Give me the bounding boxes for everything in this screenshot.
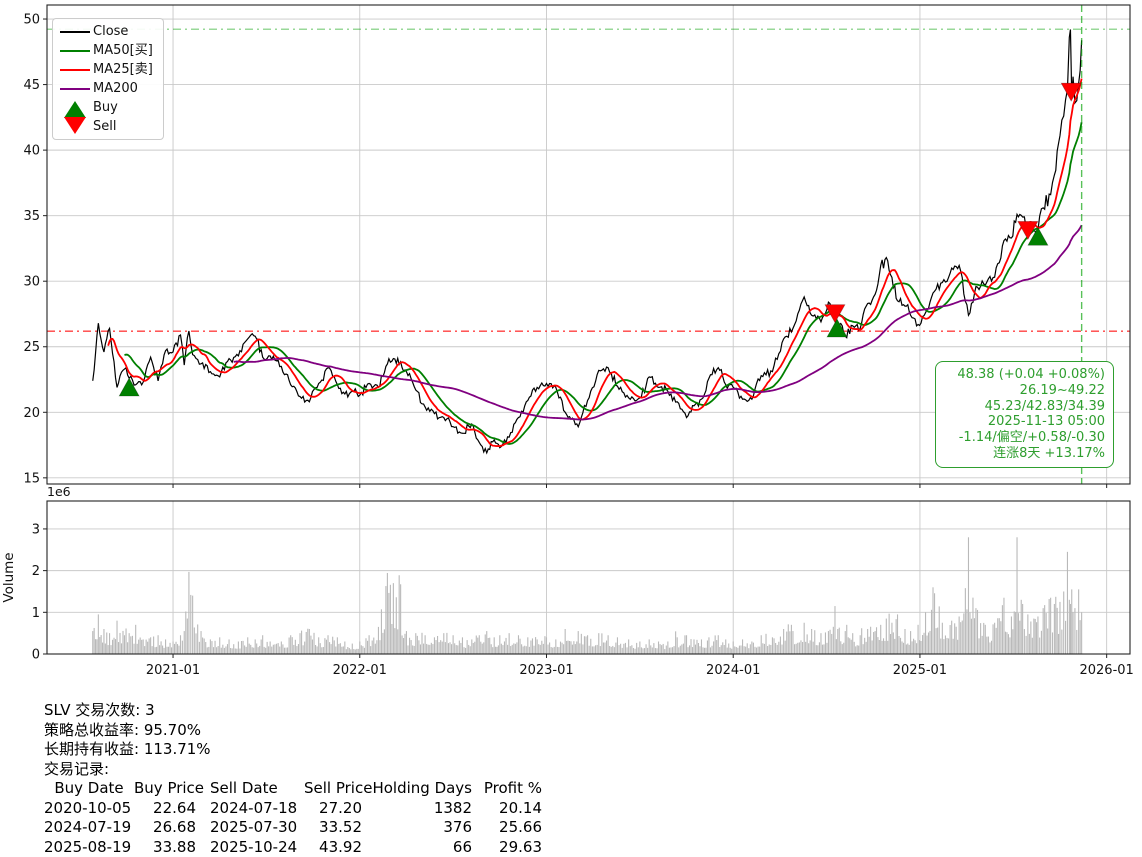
trades-col-header: Sell Price (304, 779, 362, 799)
x-tick-label: 2026-01 (1079, 663, 1133, 678)
trade-cell: 33.52 (304, 818, 362, 838)
annotation-range-line: 26.19~49.22 (944, 383, 1105, 399)
annotation-date-line: 2025-11-13 05:00 (944, 414, 1105, 430)
trade-cell: 27.20 (304, 799, 362, 819)
ma25-line-swatch (57, 69, 93, 71)
annotation-price-line: 48.38 (+0.04 +0.08%) (944, 367, 1105, 383)
trade-cell: 20.14 (472, 799, 542, 819)
legend-label: MA25[卖] (93, 63, 153, 76)
price-y-tick-label: 25 (23, 340, 40, 355)
strategy-stats: SLV 交易次数: 3 策略总收益率: 95.70% 长期持有收益: 113.7… (44, 701, 542, 857)
legend-item-ma50: MA50[买] (57, 41, 157, 60)
x-tick-label: 2021-01 (146, 663, 200, 678)
x-tick-label: 2023-01 (519, 663, 573, 678)
trades-col-header: Profit % (472, 779, 542, 799)
hold-return-line: 长期持有收益: 113.71% (44, 740, 542, 760)
legend-label: Buy (93, 101, 118, 114)
trades-col-header: Buy Price (134, 779, 196, 799)
price-y-tick-label: 15 (23, 471, 40, 486)
x-tick-label: 2024-01 (706, 663, 760, 678)
legend-item-sell: Sell (57, 117, 157, 136)
x-tick-label: 2025-01 (893, 663, 947, 678)
price-y-tick-label: 50 (23, 13, 40, 28)
buy-triangle-icon (57, 98, 93, 118)
annotation-streak-line: 连涨8天 +13.17% (944, 446, 1105, 462)
trade-log-title: 交易记录: (44, 760, 542, 780)
stock-chart-figure: 15 20 25 30 35 40 45 50 0 1 2 3 2021-01 2022-01 2023-0… (0, 0, 1142, 857)
close-line-swatch (57, 31, 93, 33)
trade-cell: 2020-10-05 (44, 799, 134, 819)
legend-label: MA200 (93, 82, 138, 95)
price-y-tick-label: 35 (23, 209, 40, 224)
volume-bars (92, 537, 1082, 654)
axes-frames (47, 5, 1130, 654)
volume-y-tick-label: 0 (32, 648, 40, 663)
buy-marker (827, 319, 847, 337)
tick-marks (43, 19, 1107, 658)
sell-marker (825, 305, 845, 323)
volume-y-tick-label: 2 (32, 564, 40, 579)
legend-item-ma25: MA25[卖] (57, 60, 157, 79)
annotation-ma-line: 45.23/42.83/34.39 (944, 399, 1105, 415)
sell-triangle-icon (57, 120, 93, 134)
volume-axis-label: Volume (1, 552, 17, 602)
chart-legend: Close MA50[买] MA25[卖] MA200 Buy Sell (52, 18, 164, 140)
trade-cell: 25.66 (472, 818, 542, 838)
price-y-tick-label: 45 (23, 78, 40, 93)
volume-offset-label: 1e6 (47, 484, 71, 499)
trade-cell: 2025-07-30 (196, 818, 304, 838)
trade-row: 2025-08-1933.882025-10-2443.926629.63 (44, 838, 542, 857)
legend-item-close: Close (57, 22, 157, 41)
price-volume-chart: 15 20 25 30 35 40 45 50 0 1 2 3 2021-01 2022-01 2023-0… (0, 0, 1142, 697)
price-annotation-box: 48.38 (+0.04 +0.08%) 26.19~49.22 45.23/4… (935, 361, 1114, 468)
trades-header-row: Buy DateBuy PriceSell DateSell PriceHold… (44, 779, 542, 799)
x-tick-label: 2022-01 (333, 663, 387, 678)
legend-label: Close (93, 25, 128, 38)
price-y-tick-label: 30 (23, 275, 40, 290)
trade-row: 2020-10-0522.642024-07-1827.20138220.14 (44, 799, 542, 819)
trade-cell: 2025-08-19 (44, 838, 134, 857)
buy-marker (119, 378, 139, 396)
ma50-line-swatch (57, 50, 93, 52)
trade-cell: 2024-07-18 (196, 799, 304, 819)
trade-cell: 33.88 (134, 838, 196, 857)
strategy-return-line: 策略总收益率: 95.70% (44, 721, 542, 741)
gridlines (47, 5, 1130, 654)
trade-cell: 43.92 (304, 838, 362, 857)
trade-cell: 376 (362, 818, 472, 838)
trades-col-header: Sell Date (196, 779, 304, 799)
trade-cell: 2024-07-19 (44, 818, 134, 838)
trade-cell: 2025-10-24 (196, 838, 304, 857)
volume-y-tick-label: 1 (32, 606, 40, 621)
legend-label: Sell (93, 120, 116, 133)
trade-cell: 29.63 (472, 838, 542, 857)
trade-row: 2024-07-1926.682025-07-3033.5237625.66 (44, 818, 542, 838)
volume-y-tick-label: 3 (32, 522, 40, 537)
trade-count-line: SLV 交易次数: 3 (44, 701, 542, 721)
tick-labels: 15 20 25 30 35 40 45 50 0 1 2 3 2021-01 2022-01 2023-0… (1, 13, 1134, 678)
trades-table: Buy DateBuy PriceSell DateSell PriceHold… (44, 779, 542, 857)
trade-cell: 22.64 (134, 799, 196, 819)
trade-cell: 26.68 (134, 818, 196, 838)
ma200-line-swatch (57, 88, 93, 90)
price-y-tick-label: 20 (23, 406, 40, 421)
close-line (93, 30, 1082, 453)
legend-label: MA50[买] (93, 44, 153, 57)
trades-col-header: Holding Days (362, 779, 472, 799)
legend-item-ma200: MA200 (57, 79, 157, 98)
trade-cell: 66 (362, 838, 472, 857)
trade-cell: 1382 (362, 799, 472, 819)
legend-item-buy: Buy (57, 98, 157, 117)
price-y-tick-label: 40 (23, 144, 40, 159)
annotation-bias-line: -1.14/偏空/+0.58/-0.30 (944, 430, 1105, 446)
trades-col-header: Buy Date (44, 779, 134, 799)
